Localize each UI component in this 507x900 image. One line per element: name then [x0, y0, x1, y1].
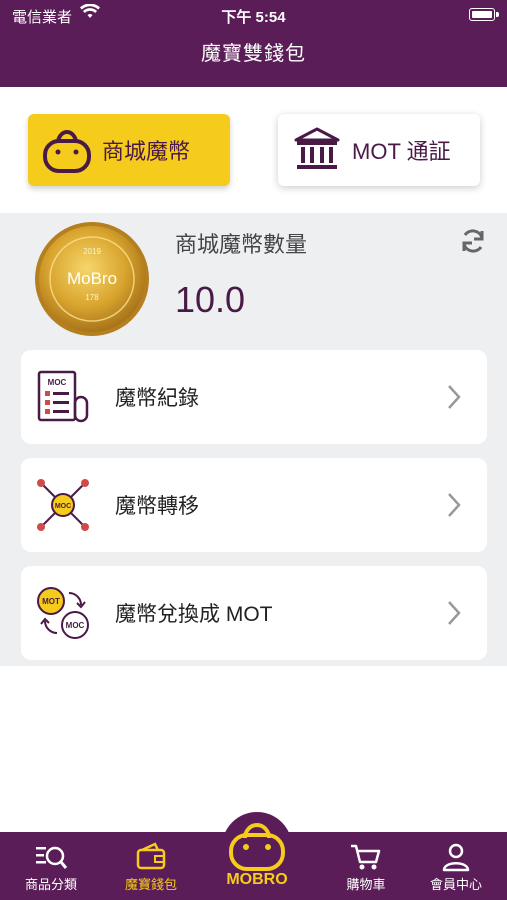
svg-text:MOC: MOC: [66, 621, 85, 630]
balance-value: 10.0: [175, 279, 246, 320]
chevron-right-icon: [443, 598, 465, 628]
list-item-label: 魔幣轉移: [115, 495, 199, 518]
moc-exchange-icon: MOT MOC: [33, 583, 93, 643]
mobro-bag-icon: [212, 818, 302, 877]
tab-mall-coin-label: 商城魔幣: [102, 139, 191, 164]
refresh-icon[interactable]: [459, 227, 487, 255]
tab-member[interactable]: 會員中心: [411, 840, 501, 893]
mobro-coin-image: 2019 MoBro 178: [34, 221, 150, 337]
moc-record-icon: MOC: [33, 367, 93, 427]
svg-text:MOC: MOC: [48, 378, 67, 387]
list-item-moc-exchange[interactable]: MOT MOC 魔幣兌換成 MOT: [21, 566, 487, 660]
menu-list: MOC 魔幣紀錄 MOC 魔幣轉移 MOT MOC 魔幣兌換成 MOT: [0, 346, 507, 666]
page-title: 魔寶雙錢包: [0, 30, 507, 87]
tab-mot-token-label: MOT 通証: [352, 139, 451, 164]
balance-label: 商城魔幣數量: [175, 232, 308, 257]
wallet-icon: [106, 840, 196, 874]
moc-transfer-icon: MOC: [33, 475, 93, 535]
chevron-right-icon: [443, 382, 465, 412]
svg-text:MoBro: MoBro: [67, 269, 117, 288]
svg-text:MOC: MOC: [55, 503, 71, 510]
member-icon: [411, 840, 501, 874]
shopping-bag-icon: [40, 123, 94, 177]
tab-mot-token[interactable]: MOT 通証: [278, 114, 480, 186]
svg-text:178: 178: [85, 293, 99, 302]
list-item-moc-transfer[interactable]: MOC 魔幣轉移: [21, 458, 487, 552]
list-item-label: 魔幣紀錄: [115, 387, 199, 410]
tab-wallet-label: 魔寶錢包: [124, 877, 177, 892]
balance-panel: 2019 MoBro 178 商城魔幣數量 10.0: [0, 213, 507, 346]
tab-cart[interactable]: 購物車: [321, 840, 411, 893]
tab-member-label: 會員中心: [429, 877, 482, 892]
tab-wallet[interactable]: 魔寶錢包: [106, 840, 196, 893]
tab-mobro-label: MOBRO: [226, 871, 288, 888]
bank-icon: [290, 123, 344, 177]
status-time: 下午 5:54: [221, 9, 286, 26]
tab-category-label: 商品分類: [24, 877, 77, 892]
battery-icon: [469, 8, 495, 21]
svg-text:2019: 2019: [83, 247, 101, 256]
tab-cart-label: 購物車: [346, 877, 386, 892]
list-item-label: 魔幣兌換成 MOT: [115, 603, 273, 626]
category-search-icon: [6, 840, 96, 874]
chevron-right-icon: [443, 490, 465, 520]
tab-mall-coin[interactable]: 商城魔幣: [28, 114, 230, 186]
status-bar: 電信業者 下午 5:54: [0, 0, 507, 30]
tab-mobro[interactable]: MOBRO: [212, 818, 302, 889]
svg-text:MOT: MOT: [42, 597, 60, 606]
cart-icon: [321, 840, 411, 874]
tab-category[interactable]: 商品分類: [6, 840, 96, 893]
list-item-moc-record[interactable]: MOC 魔幣紀錄: [21, 350, 487, 444]
